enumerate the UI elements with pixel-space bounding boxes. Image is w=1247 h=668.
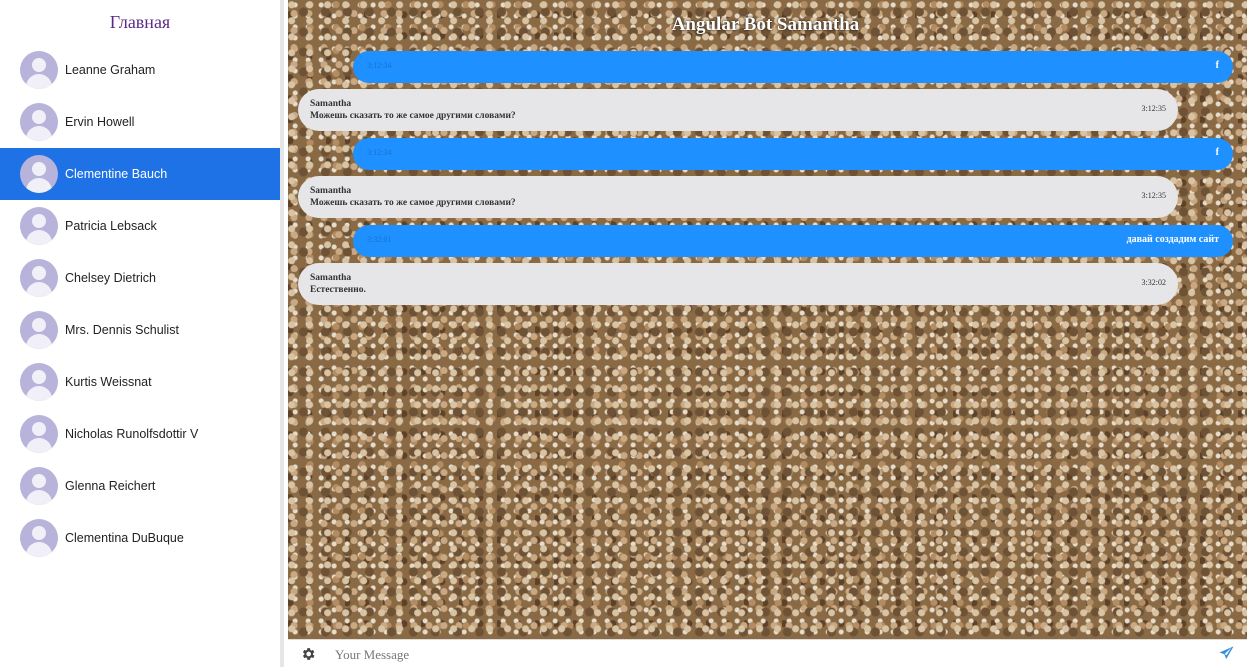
user-item[interactable]: Chelsey Dietrich xyxy=(0,252,280,304)
avatar-icon xyxy=(20,311,58,349)
message-composer xyxy=(288,639,1247,668)
avatar-icon xyxy=(20,519,58,557)
message-sender: Samantha xyxy=(310,186,352,196)
message-time: 3:32:01 xyxy=(367,235,392,244)
sidebar: Главная Leanne Graham Ervin Howell Cleme… xyxy=(0,0,284,667)
user-item[interactable]: Leanne Graham xyxy=(0,44,280,96)
message-sender: Samantha xyxy=(310,99,352,109)
sidebar-title[interactable]: Главная xyxy=(0,0,280,44)
avatar-icon xyxy=(20,155,58,193)
outgoing-message: 3:12:34 f xyxy=(353,51,1233,83)
message-text: давай создадим сайт xyxy=(1126,234,1219,245)
avatar-icon xyxy=(20,103,58,141)
message-time: 3:12:35 xyxy=(1141,191,1166,200)
user-item[interactable]: Patricia Lebsack xyxy=(0,200,280,252)
message-time: 3:12:34 xyxy=(367,148,392,157)
user-item[interactable]: Nicholas Runolfsdottir V xyxy=(0,408,280,460)
message-text: Можешь сказать то же самое другими слова… xyxy=(310,111,516,121)
message-text: Можешь сказать то же самое другими слова… xyxy=(310,198,516,208)
message-time: 3:12:34 xyxy=(367,61,392,70)
user-item[interactable]: Mrs. Dennis Schulist xyxy=(0,304,280,356)
avatar-icon xyxy=(20,467,58,505)
avatar-icon xyxy=(20,415,58,453)
incoming-message: Samantha Можешь сказать то же самое друг… xyxy=(298,176,1178,218)
message-time: 3:32:02 xyxy=(1141,278,1166,287)
user-name: Nicholas Runolfsdottir V xyxy=(65,427,199,441)
avatar-icon xyxy=(20,363,58,401)
chat-title: Angular Bot Samantha xyxy=(671,14,860,35)
user-item[interactable]: Clementina DuBuque xyxy=(0,512,280,564)
message-text: f xyxy=(1215,147,1219,158)
incoming-message: Samantha Естественно. 3:32:02 xyxy=(298,263,1178,305)
message-text: Естественно. xyxy=(310,285,366,295)
chat-panel: Angular Bot Samantha 3:12:34 f Samantha … xyxy=(288,0,1247,639)
user-name: Kurtis Weissnat xyxy=(65,375,152,389)
message-sender: Samantha xyxy=(310,273,352,283)
user-name: Leanne Graham xyxy=(65,63,156,77)
gear-icon[interactable] xyxy=(300,646,316,662)
user-name: Clementina DuBuque xyxy=(65,531,184,545)
message-input[interactable] xyxy=(333,644,1197,666)
user-name: Patricia Lebsack xyxy=(65,219,157,233)
message-text: f xyxy=(1215,60,1219,71)
user-name: Glenna Reichert xyxy=(65,479,156,493)
send-icon[interactable] xyxy=(1218,645,1235,662)
incoming-message: Samantha Можешь сказать то же самое друг… xyxy=(298,89,1178,131)
outgoing-message: 3:32:01 давай создадим сайт xyxy=(353,225,1233,257)
user-name: Mrs. Dennis Schulist xyxy=(65,323,179,337)
avatar-icon xyxy=(20,259,58,297)
user-item[interactable]: Glenna Reichert xyxy=(0,460,280,512)
user-name: Ervin Howell xyxy=(65,115,135,129)
avatar-icon xyxy=(20,207,58,245)
outgoing-message: 3:12:34 f xyxy=(353,138,1233,170)
user-item[interactable]: Kurtis Weissnat xyxy=(0,356,280,408)
message-time: 3:12:35 xyxy=(1141,104,1166,113)
user-name: Chelsey Dietrich xyxy=(65,271,157,285)
avatar-icon xyxy=(20,51,58,89)
user-name: Clementine Bauch xyxy=(65,167,168,181)
user-item-active[interactable]: Clementine Bauch xyxy=(0,148,280,200)
user-item[interactable]: Ervin Howell xyxy=(0,96,280,148)
